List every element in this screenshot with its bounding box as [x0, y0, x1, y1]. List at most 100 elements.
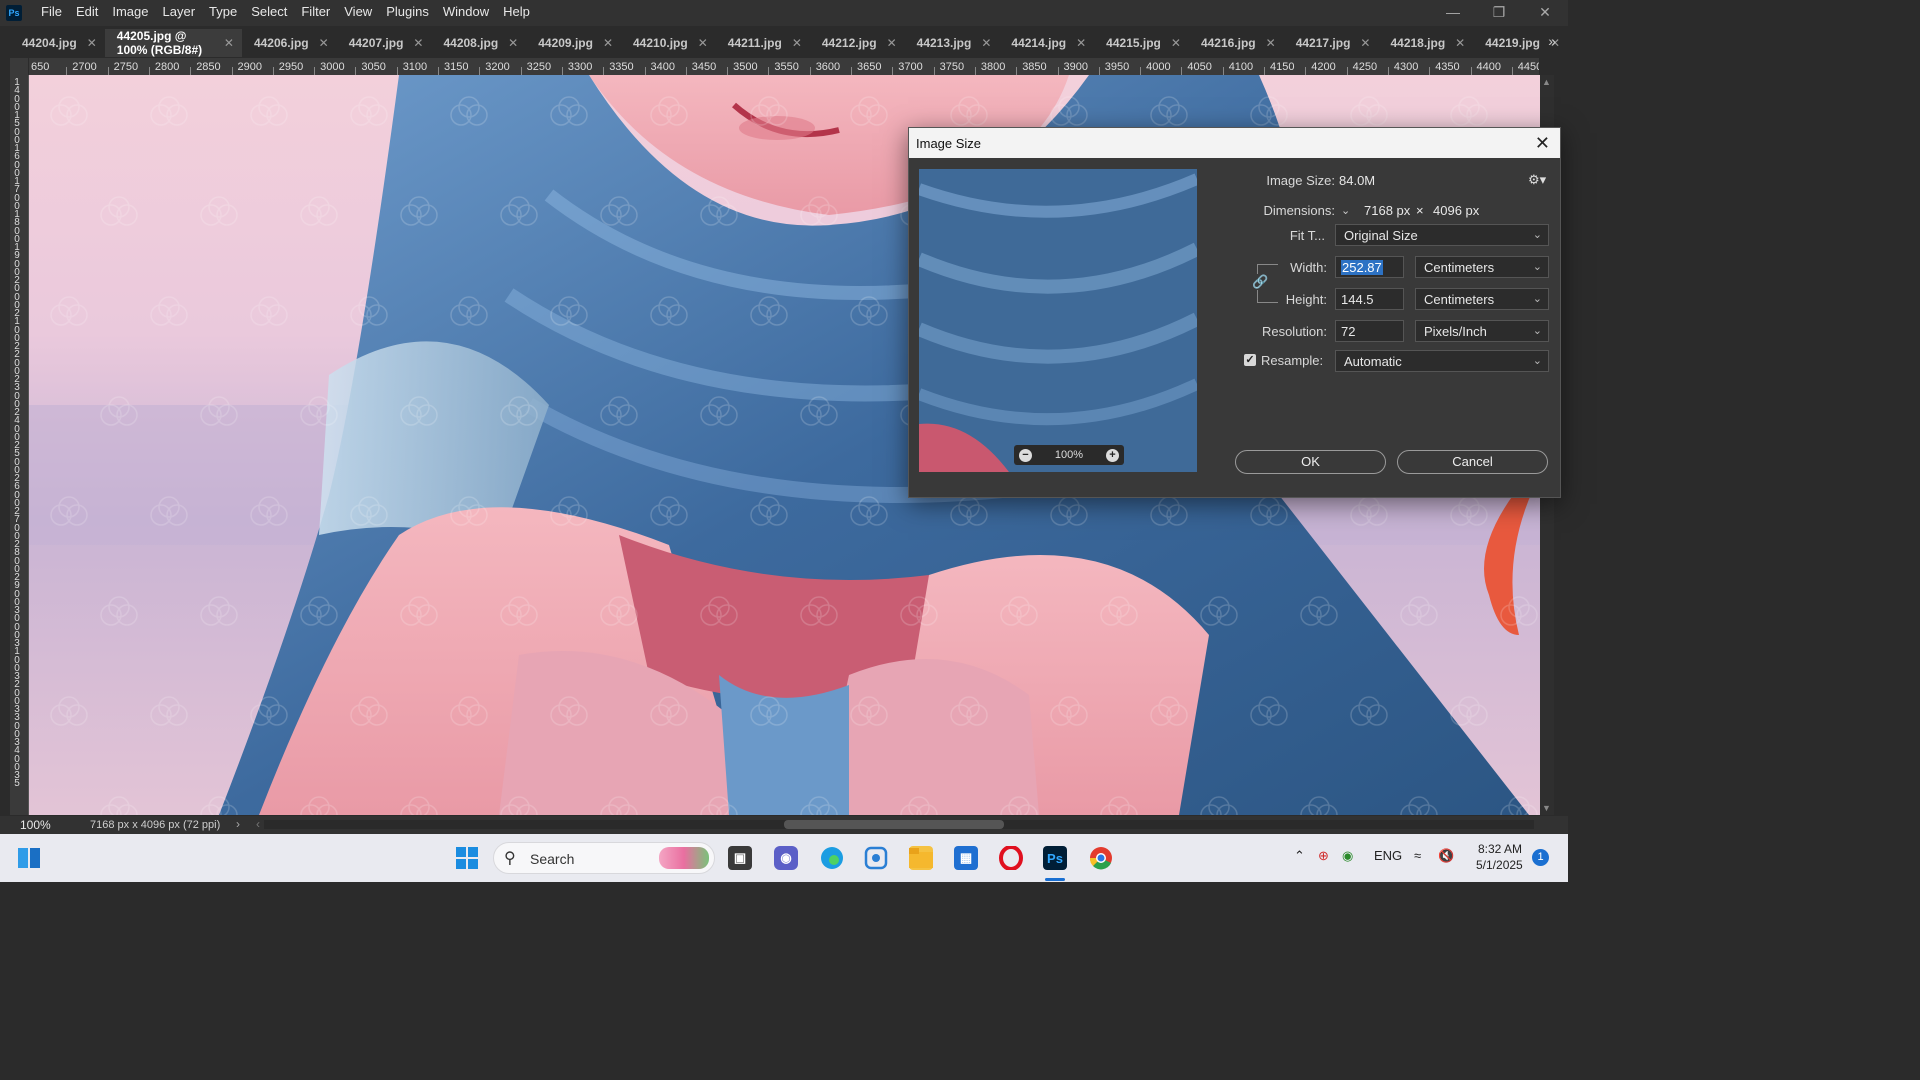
more-tabs-icon[interactable]: »	[1548, 33, 1556, 49]
tab-close-icon[interactable]: ✕	[792, 36, 802, 50]
file-explorer-icon[interactable]	[909, 846, 933, 870]
resolution-input[interactable]: 72	[1335, 320, 1404, 342]
edge-browser-icon[interactable]	[820, 846, 844, 870]
height-input[interactable]: 144.5	[1335, 288, 1404, 310]
zoom-out-icon[interactable]: −	[1019, 448, 1032, 462]
resample-dropdown[interactable]: Automatic ⌄	[1335, 350, 1549, 372]
taskbar-search-box[interactable]: ⚲ Search	[493, 842, 715, 874]
show-hidden-icons-chevron-icon[interactable]: ⌃	[1294, 848, 1305, 864]
menu-layer[interactable]: Layer	[156, 0, 203, 26]
widgets-icon[interactable]	[17, 846, 41, 870]
close-window-icon[interactable]: ✕	[1522, 0, 1568, 26]
zoom-in-icon[interactable]: +	[1105, 448, 1119, 462]
width-input[interactable]: 252.87	[1335, 256, 1404, 278]
fit-to-dropdown[interactable]: Original Size ⌄	[1335, 224, 1549, 246]
horizontal-scrollbar[interactable]	[264, 820, 1534, 829]
document-tab[interactable]: 44206.jpg ✕	[242, 29, 337, 57]
tab-close-icon[interactable]: ✕	[1360, 36, 1370, 50]
tab-close-icon[interactable]: ✕	[1076, 36, 1086, 50]
document-tab[interactable]: 44212.jpg ✕	[810, 29, 905, 57]
document-tab[interactable]: 44210.jpg ✕	[621, 29, 716, 57]
clock-date[interactable]: 5/1/2025	[1476, 858, 1523, 872]
dimensions-unit-chevron-icon[interactable]: ⌄	[1341, 204, 1350, 217]
language-indicator[interactable]: ENG	[1374, 848, 1402, 863]
close-icon[interactable]: ✕	[1535, 133, 1550, 154]
wifi-icon[interactable]: ≈	[1414, 848, 1421, 863]
menu-filter[interactable]: Filter	[294, 0, 337, 26]
document-tab[interactable]: 44218.jpg ✕	[1378, 29, 1473, 57]
menu-plugins[interactable]: Plugins	[379, 0, 436, 26]
store-icon[interactable]: ▦	[954, 846, 978, 870]
tab-close-icon[interactable]: ✕	[1171, 36, 1181, 50]
tab-close-icon[interactable]: ✕	[603, 36, 613, 50]
scroll-up-icon[interactable]: ▲	[1542, 77, 1551, 87]
volume-muted-icon[interactable]: 🔇	[1438, 848, 1454, 864]
photoshop-logo-icon[interactable]: Ps	[6, 5, 22, 21]
zoom-level[interactable]: 100%	[20, 818, 80, 832]
width-unit-dropdown[interactable]: Centimeters ⌄	[1415, 256, 1549, 278]
minimize-icon[interactable]: —	[1430, 0, 1476, 26]
cancel-button[interactable]: Cancel	[1397, 450, 1548, 474]
ruler-origin[interactable]	[10, 58, 28, 75]
status-menu-chevron-icon[interactable]: ›	[236, 817, 240, 831]
start-windows-icon[interactable]	[455, 846, 479, 870]
menu-type[interactable]: Type	[202, 0, 244, 26]
document-tab[interactable]: 44214.jpg ✕	[999, 29, 1094, 57]
watermark-logo	[1450, 696, 1488, 726]
document-tab[interactable]: 44211.jpg ✕	[716, 29, 810, 57]
restore-icon[interactable]: ❐	[1476, 0, 1522, 26]
resample-checkbox[interactable]: ✓	[1244, 354, 1256, 366]
tab-close-icon[interactable]: ✕	[319, 36, 329, 50]
lens-app-icon[interactable]	[864, 846, 888, 870]
chrome-browser-icon[interactable]	[1089, 846, 1113, 870]
vertical-ruler[interactable]: 1400150016001700180019002000210022002300…	[10, 75, 29, 815]
tab-close-icon[interactable]: ✕	[1455, 36, 1465, 50]
tab-close-icon[interactable]: ✕	[224, 36, 234, 50]
opera-browser-icon[interactable]	[999, 846, 1023, 870]
menu-image[interactable]: Image	[105, 0, 155, 26]
vpn-icon[interactable]: ⊕	[1318, 848, 1329, 864]
notification-badge[interactable]: 1	[1532, 849, 1549, 866]
teams-chat-icon[interactable]: ◉	[774, 846, 798, 870]
document-tab[interactable]: 44209.jpg ✕	[526, 29, 621, 57]
gear-icon[interactable]: ⚙▾	[1528, 172, 1546, 188]
image-size-dialog: Image Size ✕ − 100% + Image Size: 84.0M …	[908, 127, 1561, 498]
tab-close-icon[interactable]: ✕	[981, 36, 991, 50]
document-tab[interactable]: 44204.jpg ✕	[10, 29, 105, 57]
ok-button[interactable]: OK	[1235, 450, 1386, 474]
document-tab[interactable]: 44216.jpg ✕	[1189, 29, 1284, 57]
document-tab[interactable]: 44207.jpg ✕	[337, 29, 432, 57]
height-unit-dropdown[interactable]: Centimeters ⌄	[1415, 288, 1549, 310]
document-info[interactable]: 7168 px x 4096 px (72 ppi)	[90, 819, 220, 831]
menu-file[interactable]: File	[34, 0, 69, 26]
task-view-icon[interactable]: ▣	[728, 846, 752, 870]
menu-window[interactable]: Window	[436, 0, 496, 26]
menu-edit[interactable]: Edit	[69, 0, 105, 26]
horizontal-ruler[interactable]: 650 2700 2750 2800 2850 2900 2950 3000 3050 3100 3…	[29, 58, 1539, 76]
menu-help[interactable]: Help	[496, 0, 537, 26]
document-tab[interactable]: 44215.jpg ✕	[1094, 29, 1189, 57]
link-icon[interactable]: 🔗	[1252, 274, 1268, 290]
document-tab[interactable]: 44208.jpg ✕	[431, 29, 526, 57]
tab-close-icon[interactable]: ✕	[87, 36, 97, 50]
scroll-down-icon[interactable]: ▼	[1542, 803, 1551, 813]
document-tab[interactable]: 44217.jpg ✕	[1284, 29, 1379, 57]
scroll-left-icon[interactable]: ‹	[256, 817, 260, 831]
tab-close-icon[interactable]: ✕	[887, 36, 897, 50]
tab-close-icon[interactable]: ✕	[698, 36, 708, 50]
tab-close-icon[interactable]: ✕	[508, 36, 518, 50]
document-tab[interactable]: 44213.jpg ✕	[905, 29, 1000, 57]
ruler-tick-label: 3400	[650, 61, 675, 73]
document-tab[interactable]: 44205.jpg @ 100% (RGB/8#) ✕	[104, 29, 242, 57]
photoshop-taskbar-icon[interactable]: Ps	[1043, 846, 1067, 870]
security-icon[interactable]: ◉	[1342, 848, 1353, 864]
clock-time[interactable]: 8:32 AM	[1478, 842, 1522, 856]
dialog-title-bar[interactable]: Image Size ✕	[909, 128, 1560, 158]
resolution-unit-dropdown[interactable]: Pixels/Inch ⌄	[1415, 320, 1549, 342]
tab-close-icon[interactable]: ✕	[413, 36, 423, 50]
menu-select[interactable]: Select	[244, 0, 294, 26]
horizontal-scroll-thumb[interactable]	[784, 820, 1004, 829]
tab-close-icon[interactable]: ✕	[1266, 36, 1276, 50]
menu-view[interactable]: View	[337, 0, 379, 26]
image-preview[interactable]: − 100% +	[919, 169, 1197, 472]
